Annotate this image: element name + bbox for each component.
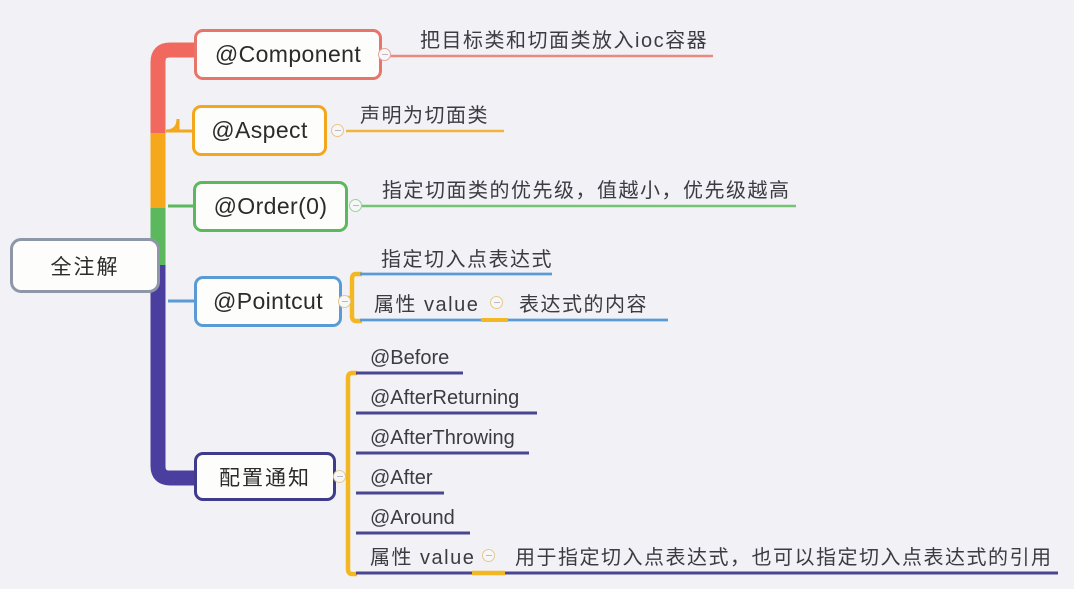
collapse-toggle-order[interactable] xyxy=(349,199,362,212)
pointcut-child-2-label: 属性 value xyxy=(374,294,480,316)
node-order-label: @Order(0) xyxy=(213,193,328,219)
desc-aspect: 声明为切面类 xyxy=(360,103,489,129)
advice-child-around[interactable]: @Around xyxy=(370,505,455,531)
node-advice[interactable]: 配置通知 xyxy=(194,452,336,501)
collapse-toggle-aspect[interactable] xyxy=(331,124,344,137)
collapse-toggle-component[interactable] xyxy=(378,48,391,61)
advice-child-value[interactable]: 属性 value xyxy=(370,545,475,571)
advice-child-value-label: 属性 value xyxy=(370,547,476,569)
trunk-bar xyxy=(150,42,196,486)
pointcut-child-2-detail-label: 表达式的内容 xyxy=(519,294,648,316)
pointcut-child-1-label: 指定切入点表达式 xyxy=(381,249,553,271)
node-order[interactable]: @Order(0) xyxy=(193,181,348,232)
mindmap-canvas: 全注解 @Component 把目标类和切面类放入ioc容器 @Aspect 声… xyxy=(0,0,1074,589)
collapse-toggle-pointcut[interactable] xyxy=(338,295,351,308)
advice-child-afterthrowing-label: @AfterThrowing xyxy=(370,427,515,449)
advice-child-around-label: @Around xyxy=(370,507,455,529)
root-node[interactable]: 全注解 xyxy=(10,238,160,293)
advice-child-afterthrowing[interactable]: @AfterThrowing xyxy=(370,425,515,451)
advice-child-after[interactable]: @After xyxy=(370,465,433,491)
pointcut-child-1[interactable]: 指定切入点表达式 xyxy=(381,247,553,273)
node-pointcut[interactable]: @Pointcut xyxy=(194,276,342,327)
node-component[interactable]: @Component xyxy=(194,29,382,80)
desc-component-label: 把目标类和切面类放入ioc容器 xyxy=(420,30,709,52)
advice-child-before-label: @Before xyxy=(370,347,450,369)
trunk-segment-red xyxy=(150,42,196,133)
branch-stub-aspect xyxy=(165,118,190,133)
node-aspect[interactable]: @Aspect xyxy=(192,105,327,156)
pointcut-bracket xyxy=(349,271,362,324)
collapse-toggle-advice[interactable] xyxy=(333,470,346,483)
pointcut-child-2-detail: 表达式的内容 xyxy=(519,292,648,318)
desc-order: 指定切面类的优先级，值越小，优先级越高 xyxy=(382,178,791,204)
advice-child-value-detail-label: 用于指定切入点表达式，也可以指定切入点表达式的引用 xyxy=(515,547,1053,569)
desc-component: 把目标类和切面类放入ioc容器 xyxy=(420,28,708,54)
advice-child-value-detail: 用于指定切入点表达式，也可以指定切入点表达式的引用 xyxy=(515,545,1053,571)
collapse-toggle-pointcut-value[interactable] xyxy=(490,296,503,309)
node-advice-label: 配置通知 xyxy=(219,466,311,490)
advice-bracket xyxy=(345,370,357,577)
advice-child-afterreturning-label: @AfterReturning xyxy=(370,387,520,409)
advice-child-before[interactable]: @Before xyxy=(370,345,449,371)
desc-order-label: 指定切面类的优先级，值越小，优先级越高 xyxy=(382,180,791,202)
advice-child-after-label: @After xyxy=(370,467,433,489)
desc-aspect-label: 声明为切面类 xyxy=(360,105,489,127)
branch-stubs xyxy=(165,118,194,303)
node-aspect-label: @Aspect xyxy=(211,117,308,143)
node-pointcut-label: @Pointcut xyxy=(212,288,324,314)
collapse-toggle-advice-value[interactable] xyxy=(482,549,495,562)
pointcut-child-2[interactable]: 属性 value xyxy=(374,292,479,318)
advice-child-afterreturning[interactable]: @AfterReturning xyxy=(370,385,519,411)
root-node-label: 全注解 xyxy=(50,255,120,279)
node-component-label: @Component xyxy=(214,41,362,67)
trunk-segment-purple xyxy=(150,265,196,486)
